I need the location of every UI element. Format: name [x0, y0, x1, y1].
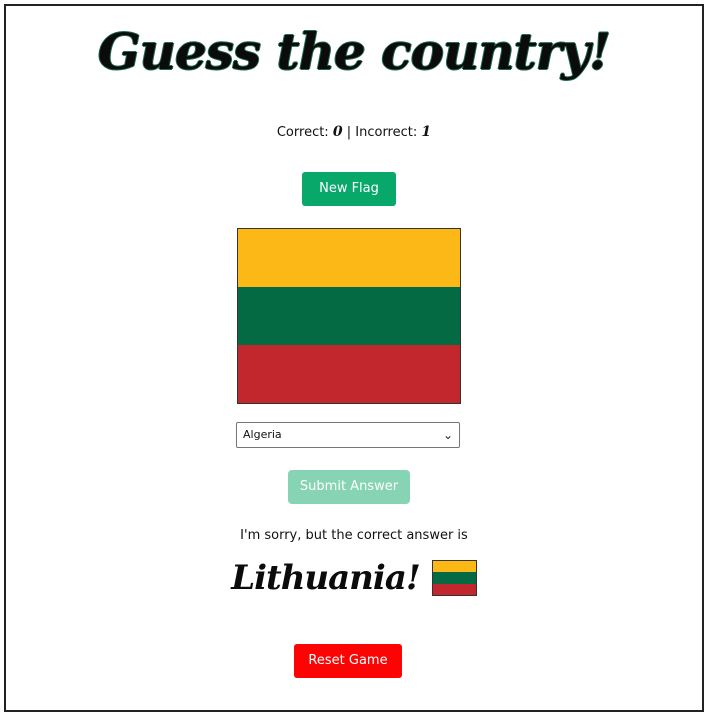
new-flag-button[interactable]: New Flag: [302, 172, 396, 206]
chevron-down-icon: ⌄: [442, 428, 453, 442]
title-exclamation: !: [589, 22, 611, 81]
incorrect-count: 1: [421, 124, 432, 140]
small-flag-stripe-red: [432, 583, 476, 595]
correct-answer: Lithuania!: [231, 558, 421, 598]
correct-label: Correct:: [276, 125, 329, 140]
page-title: Guess the country!: [0, 22, 708, 81]
answer-exclamation: !: [405, 558, 421, 598]
result-message: I'm sorry, but the correct answer is: [240, 528, 468, 543]
score-line: Correct: 0 | Incorrect: 1: [0, 124, 708, 140]
title-text: Guess the country: [97, 22, 590, 81]
reset-game-button[interactable]: Reset Game: [294, 644, 402, 678]
flag-stripe-yellow: [238, 229, 460, 287]
lithuania-flag-small-icon: [431, 560, 477, 596]
incorrect-label: Incorrect:: [355, 125, 418, 140]
country-select-value: Algeria: [243, 428, 282, 441]
lithuania-flag-icon: [237, 228, 461, 404]
flag-stripe-green: [238, 287, 460, 345]
correct-answer-text: Lithuania: [231, 558, 407, 598]
small-flag-stripe-green: [432, 572, 476, 584]
submit-answer-button[interactable]: Submit Answer: [288, 470, 410, 504]
score-separator: |: [346, 125, 352, 140]
answer-row: Lithuania!: [0, 556, 708, 600]
small-flag-stripe-yellow: [432, 561, 476, 573]
flag-stripe-red: [238, 345, 460, 403]
correct-count: 0: [332, 124, 343, 140]
country-select[interactable]: Algeria ⌄: [236, 422, 460, 448]
